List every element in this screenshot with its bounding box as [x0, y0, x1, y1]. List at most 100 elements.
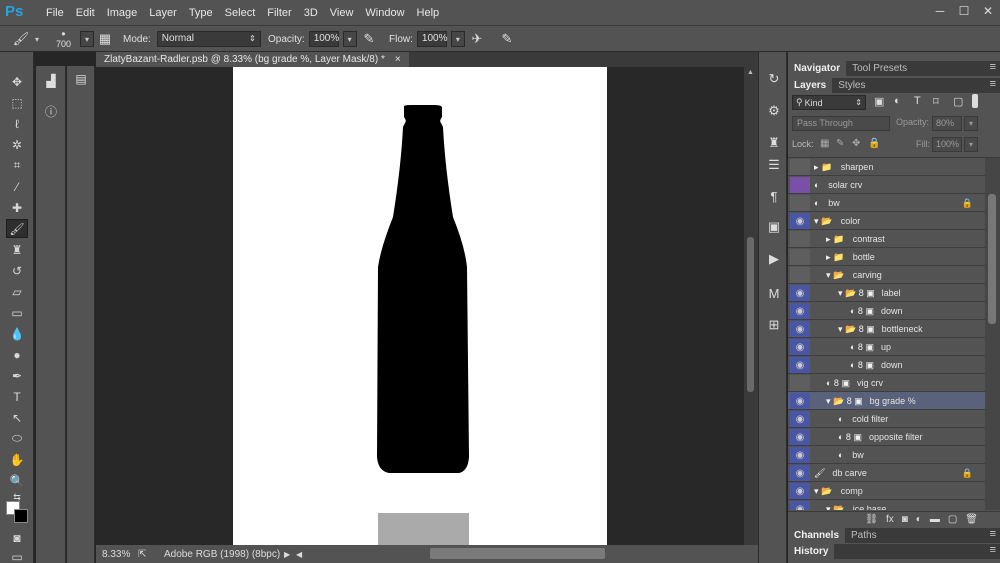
eye-icon[interactable]: ◉	[790, 285, 810, 301]
canvas-area[interactable]	[96, 67, 744, 545]
scroll-left-icon[interactable]: ◀	[296, 550, 308, 559]
menu-help[interactable]: Help	[411, 0, 446, 26]
eye-icon[interactable]	[790, 195, 810, 211]
fill-dropdown[interactable]: ▾	[964, 137, 978, 152]
eye-icon[interactable]: ◉	[790, 357, 810, 373]
eye-icon[interactable]: ◉	[790, 447, 810, 463]
pressure-size-icon[interactable]: ✎	[498, 30, 516, 48]
move-tool-icon[interactable]: ✥	[6, 72, 28, 91]
menu-view[interactable]: View	[324, 0, 360, 26]
eye-icon[interactable]	[790, 177, 810, 193]
channels-menu-icon[interactable]: ≡	[990, 528, 1000, 543]
panel-menu-icon[interactable]: ≡	[990, 61, 1000, 76]
brush-size-dropdown[interactable]: ▾	[80, 31, 94, 47]
layers-scrollbar[interactable]	[985, 158, 1000, 510]
gradient-tool-icon[interactable]: ▭	[6, 303, 28, 322]
layer-row[interactable]: ◉ ▾ 📂 color	[788, 212, 985, 230]
layer-row[interactable]: ◐ 8 ▣ vig crv	[788, 374, 985, 392]
eyedropper-tool-icon[interactable]: ⁄	[6, 177, 28, 196]
adjustments-icon[interactable]: ☰	[764, 156, 784, 174]
link-layers-icon[interactable]: ⛓	[865, 514, 878, 525]
filter-kind-select[interactable]: ⚲ Kind ⇕	[792, 95, 866, 110]
eye-icon[interactable]: ◉	[790, 501, 810, 510]
eraser-tool-icon[interactable]: ▱	[6, 282, 28, 301]
lock-position-icon[interactable]: ✥	[852, 138, 860, 149]
brush-size-picker[interactable]: • 700	[56, 26, 71, 52]
eye-icon[interactable]	[790, 159, 810, 175]
swatches-icon[interactable]: ⊞	[764, 316, 784, 334]
menu-edit[interactable]: Edit	[70, 0, 101, 26]
pen-tool-icon[interactable]: ✒	[6, 366, 28, 385]
layer-row[interactable]: ▸ 📁 sharpen	[788, 158, 985, 176]
menu-3d[interactable]: 3D	[298, 0, 324, 26]
ellipse-tool-icon[interactable]: ⬭	[6, 429, 28, 448]
eye-icon[interactable]	[790, 375, 810, 391]
opacity-input[interactable]: 100%	[308, 31, 339, 47]
filter-adjustment-icon[interactable]: ◐	[894, 95, 901, 107]
flow-dropdown[interactable]: ▾	[450, 31, 465, 47]
layer-row[interactable]: ◉ ◐ 8 ▣ up	[788, 338, 985, 356]
canvas-vertical-scrollbar[interactable]: ▲	[744, 67, 758, 545]
layer-row[interactable]: ◉ ◐ 8 ▣ down	[788, 302, 985, 320]
eye-icon[interactable]: ◉	[790, 303, 810, 319]
type-tool-icon[interactable]: T	[6, 387, 28, 406]
actions-play-icon[interactable]: ▶	[764, 250, 784, 268]
menu-image[interactable]: Image	[101, 0, 144, 26]
layer-row[interactable]: ◉ ◐ bw	[788, 446, 985, 464]
lock-image-icon[interactable]: ✎	[836, 138, 844, 149]
menu-select[interactable]: Select	[219, 0, 262, 26]
brush-tool-icon[interactable]: 🖌	[6, 219, 28, 238]
filter-pixel-icon[interactable]: ▣	[874, 95, 884, 108]
screen-mode-icon[interactable]: ▭	[6, 547, 28, 563]
info-icon[interactable]: ⓘ	[41, 102, 61, 120]
layers-scroll-thumb[interactable]	[988, 194, 996, 324]
eye-icon[interactable]	[790, 267, 810, 283]
eye-icon[interactable]: ◉	[790, 465, 810, 481]
blend-mode-select[interactable]: Pass Through	[792, 116, 890, 131]
menu-layer[interactable]: Layer	[143, 0, 183, 26]
eye-icon[interactable]	[790, 231, 810, 247]
blur-tool-icon[interactable]: 💧	[6, 324, 28, 343]
layer-row[interactable]: ◉ 🖌 db carve 🔒	[788, 464, 985, 482]
fill-input[interactable]: 100%	[932, 137, 962, 152]
lasso-tool-icon[interactable]: ℓ	[6, 114, 28, 133]
new-group-icon[interactable]: ▬	[930, 514, 940, 525]
filter-smart-object-icon[interactable]: ▢	[953, 95, 963, 108]
lock-all-icon[interactable]: 🔒	[868, 138, 880, 149]
tool-preset-picker[interactable]: 🖌 ▾	[12, 26, 44, 52]
flow-input[interactable]: 100%	[416, 31, 447, 47]
new-layer-icon[interactable]: ▢	[948, 514, 957, 525]
mode-select[interactable]: Normal ⇕	[156, 31, 261, 47]
export-icon[interactable]: ⇱	[138, 549, 158, 560]
eye-icon[interactable]	[790, 249, 810, 265]
tab-tool-presets[interactable]: Tool Presets	[846, 61, 913, 76]
filter-shape-icon[interactable]: ⌑	[933, 95, 939, 108]
layer-row[interactable]: ◉ ▾ 📂 8 ▣ bottleneck	[788, 320, 985, 338]
fx-icon[interactable]: fx	[886, 514, 894, 525]
document-close-icon[interactable]: ×	[395, 52, 401, 67]
canvas-vertical-scroll-thumb[interactable]	[747, 237, 754, 392]
layer-row[interactable]: ◉ ◐ 8 ▣ opposite filter	[788, 428, 985, 446]
layer-comps-icon[interactable]: ▣	[764, 218, 784, 236]
scroll-up-icon[interactable]: ▲	[747, 69, 754, 76]
marquee-tool-icon[interactable]: ⬚	[6, 93, 28, 112]
eye-icon[interactable]: ◉	[790, 483, 810, 499]
filter-toggle[interactable]	[972, 94, 978, 108]
brush-panel-icon[interactable]: ▦	[96, 30, 114, 48]
measurement-icon[interactable]: M	[764, 284, 784, 302]
lock-transparent-icon[interactable]: ▦	[820, 138, 829, 149]
layer-opacity-input[interactable]: 80%	[932, 116, 962, 131]
healing-brush-tool-icon[interactable]: ✚	[6, 198, 28, 217]
pressure-opacity-icon[interactable]: ✎	[360, 30, 378, 48]
crop-tool-icon[interactable]: ⌗	[6, 156, 28, 175]
path-selection-tool-icon[interactable]: ↖	[6, 408, 28, 427]
eye-icon[interactable]: ◉	[790, 411, 810, 427]
document-tab[interactable]: ZlatyBazant-Radler.psb @ 8.33% (bg grade…	[96, 52, 409, 67]
trash-icon[interactable]: 🗑	[965, 514, 978, 525]
tab-navigator[interactable]: Navigator	[788, 61, 847, 76]
eye-icon[interactable]: ◉	[790, 429, 810, 445]
histogram-icon[interactable]: ▟	[41, 72, 61, 90]
hand-tool-icon[interactable]: ✋	[6, 450, 28, 469]
layer-row[interactable]: ◉ ▾ 📂 8 ▣ bg grade %	[788, 392, 985, 410]
background-color-swatch[interactable]	[14, 509, 28, 523]
